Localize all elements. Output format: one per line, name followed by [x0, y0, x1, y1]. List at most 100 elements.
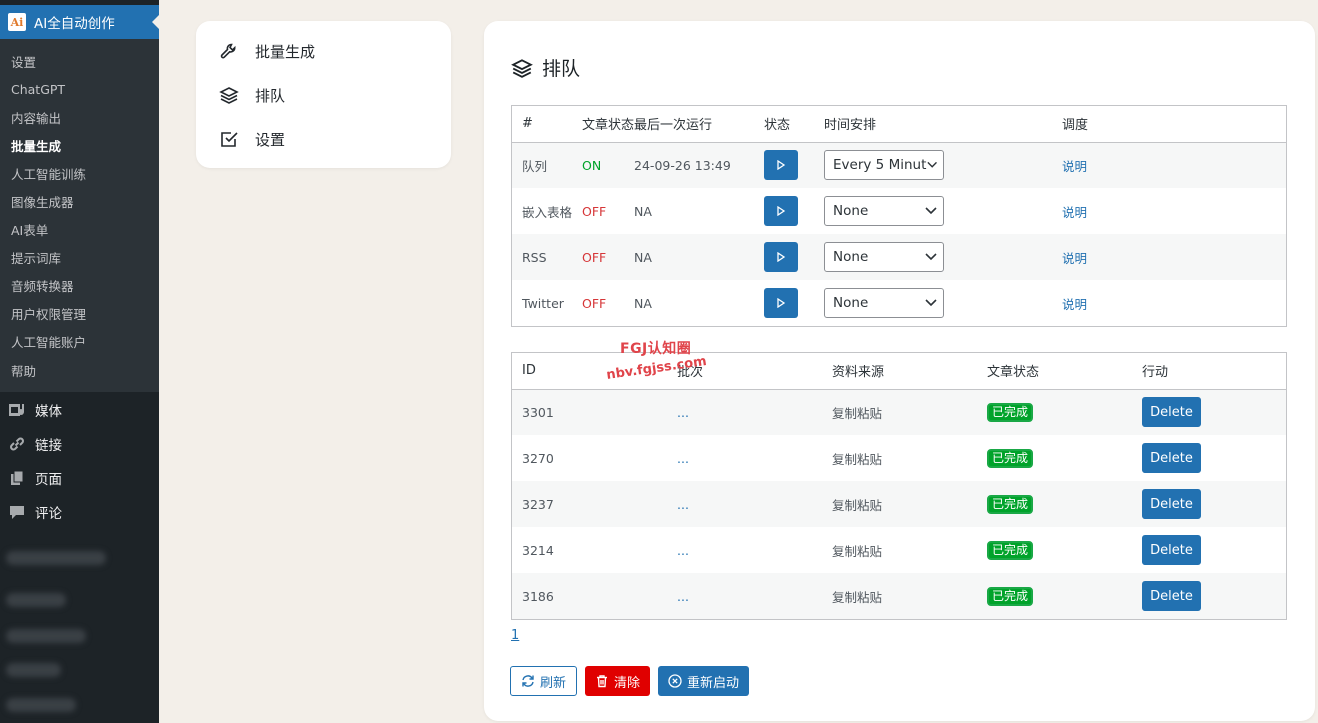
menu-item-queue[interactable]: 排队: [196, 73, 451, 117]
queue-panel: 排队 # 文章状态 最后一次运行 状态 时间安排 调度 队列 ON 24-09-…: [484, 21, 1315, 721]
sidebar-main-menu: 媒体 链接 页面 评论: [0, 393, 159, 712]
last-run: NA: [634, 234, 755, 280]
info-link[interactable]: 说明: [1052, 188, 1286, 234]
cancel-circle-icon: [668, 674, 682, 688]
delete-button[interactable]: Delete: [1142, 535, 1201, 565]
run-button[interactable]: [764, 242, 799, 272]
column-header: 行动: [1132, 353, 1286, 390]
run-button[interactable]: [764, 150, 799, 181]
menu-item-label: 排队: [255, 86, 286, 105]
play-icon: [777, 206, 786, 216]
schedule-select[interactable]: None: [824, 196, 945, 226]
source: 复制粘贴: [832, 543, 883, 559]
sidebar-item-user-permissions[interactable]: 用户权限管理: [0, 300, 159, 328]
sidebar-item-bulk-generate[interactable]: 批量生成: [0, 131, 159, 159]
batch-link[interactable]: ...: [667, 481, 822, 527]
queue-table: ID 批次 资料来源 文章状态 行动 3301 ... 复制粘贴 已完成 Del…: [511, 352, 1287, 620]
queue-id: 3301: [512, 389, 667, 435]
last-run: NA: [634, 203, 652, 219]
info-link[interactable]: 说明: [1052, 280, 1286, 326]
sidebar-item-pages[interactable]: 页面: [0, 461, 159, 495]
delete-button[interactable]: Delete: [1142, 397, 1201, 428]
menu-item-bulk-generate[interactable]: 批量生成: [196, 29, 451, 73]
column-header: ID: [512, 353, 667, 390]
column-header: 状态: [754, 106, 815, 143]
menu-item-label: 设置: [255, 130, 286, 149]
sidebar-plugin-header[interactable]: Ai AI全自动创作: [0, 5, 160, 39]
queue-id: 3214: [522, 542, 554, 558]
status-badge: 已完成: [987, 540, 1034, 560]
batch-link[interactable]: ...: [667, 389, 822, 435]
sidebar-item-audio-converter[interactable]: 音频转换器: [0, 272, 159, 300]
source: 复制粘贴: [822, 573, 977, 619]
status-badge: 已完成: [987, 448, 1034, 468]
column-header: 时间安排: [814, 106, 1053, 143]
menu-item-label: 批量生成: [255, 42, 316, 61]
queue-id: 3237: [512, 481, 667, 527]
action-buttons: 刷新 清除 重新启动: [510, 666, 750, 696]
batch-link[interactable]: ...: [667, 435, 822, 481]
table-header-row: # 文章状态 最后一次运行 状态 时间安排 调度: [512, 106, 1286, 143]
sidebar-item-content-output[interactable]: 内容输出: [0, 103, 159, 131]
table-row: 嵌入表格 OFF NA None 说明: [512, 188, 1286, 234]
run-button[interactable]: [764, 196, 799, 226]
batch-link[interactable]: ...: [667, 573, 822, 619]
pagination-link[interactable]: 1: [511, 628, 519, 643]
sidebar-item-help[interactable]: 帮助: [0, 356, 159, 384]
sidebar-item-image-generator[interactable]: 图像生成器: [0, 187, 159, 215]
table-row: 3270 ... 复制粘贴 已完成 Delete: [512, 435, 1286, 481]
restart-button[interactable]: 重新启动: [658, 666, 750, 696]
table-header-row: ID 批次 资料来源 文章状态 行动: [512, 353, 1286, 390]
row-name: RSS: [512, 234, 573, 280]
table-row: RSS OFF NA None 说明: [512, 234, 1286, 280]
media-icon: [8, 401, 26, 419]
run-button[interactable]: [764, 288, 799, 318]
menu-item-settings[interactable]: 设置: [196, 117, 451, 161]
sidebar-item-prompt-library[interactable]: 提示词库: [0, 244, 159, 272]
status-badge: 已完成: [987, 494, 1034, 514]
sidebar-item-settings[interactable]: 设置: [0, 47, 159, 75]
checkbox-icon: [219, 129, 239, 149]
column-header: 最后一次运行: [634, 106, 755, 143]
column-header: 批次: [667, 353, 822, 390]
sidebar-item-comments[interactable]: 评论: [0, 495, 159, 529]
clear-button[interactable]: 清除: [585, 666, 651, 696]
sidebar-blurred-item: [6, 698, 76, 712]
sidebar-plugin-label: AI全自动创作: [34, 16, 115, 32]
row-name: Twitter: [522, 295, 564, 311]
table-row: 3237 ... 复制粘贴 已完成 Delete: [512, 481, 1286, 527]
sidebar-item-links[interactable]: 链接: [0, 427, 159, 461]
sidebar-item-ai-forms[interactable]: AI表单: [0, 216, 159, 244]
schedule-select[interactable]: None: [824, 242, 945, 272]
info-link[interactable]: 说明: [1052, 234, 1286, 280]
delete-button[interactable]: Delete: [1142, 581, 1201, 611]
sidebar-item-label: 链接: [35, 438, 62, 454]
sidebar-item-label: 页面: [35, 472, 62, 488]
schedule-select[interactable]: Every 5 Minutes: [824, 150, 945, 181]
link-icon: [8, 435, 26, 453]
chevron-down-icon: [925, 299, 937, 307]
delete-button[interactable]: Delete: [1142, 489, 1201, 519]
sidebar-item-ai-account[interactable]: 人工智能账户: [0, 328, 159, 356]
sidebar-item-label: 媒体: [35, 404, 62, 420]
schedule-select[interactable]: None: [824, 288, 945, 318]
table-row: 3214 ... 复制粘贴 已完成 Delete: [512, 527, 1286, 573]
sidebar-blurred-item: [6, 663, 61, 677]
info-link[interactable]: 说明: [1052, 142, 1286, 188]
sidebar-item-label: 评论: [35, 506, 62, 522]
delete-button[interactable]: Delete: [1142, 443, 1201, 473]
table-row: 3186 ... 复制粘贴 已完成 Delete: [512, 573, 1286, 619]
post-status: ON: [572, 142, 635, 188]
sidebar-submenu: 设置 ChatGPT 内容输出 批量生成 人工智能训练 图像生成器 AI表单 提…: [0, 39, 159, 392]
wrench-icon: [219, 41, 239, 61]
sidebar-item-media[interactable]: 媒体: [0, 393, 159, 427]
column-header: 调度: [1052, 106, 1286, 143]
column-header: 资料来源: [822, 353, 977, 390]
sidebar-item-chatgpt[interactable]: ChatGPT: [0, 75, 159, 103]
refresh-button[interactable]: 刷新: [510, 666, 578, 696]
play-icon: [777, 252, 786, 262]
batch-link[interactable]: ...: [667, 527, 822, 573]
sidebar-item-ai-training[interactable]: 人工智能训练: [0, 159, 159, 187]
chevron-down-icon: [925, 207, 937, 215]
column-header: 文章状态: [977, 353, 1132, 390]
